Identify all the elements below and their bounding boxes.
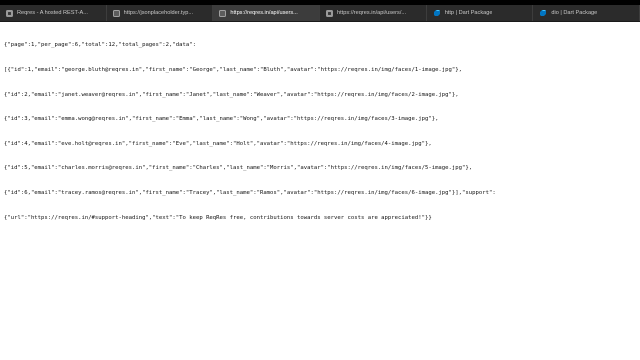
reqres-favicon-icon (6, 9, 13, 17)
page-content: {"page":1,"per_page":6,"total":12,"total… (0, 22, 640, 360)
tab-bar: Reqres - A hosted REST-A... https://json… (0, 5, 640, 22)
browser-window: Reqres - A hosted REST-A... https://json… (0, 0, 640, 360)
dart-icon (433, 9, 441, 17)
json-line: {"url":"https://reqres.in/#support-headi… (4, 214, 432, 221)
dart-icon (539, 9, 547, 17)
tab-reqres-api-users-active[interactable]: https://reqres.in/api/users... (213, 5, 321, 21)
tab-reqres-api-user[interactable]: https://reqres.in/api/users/... (320, 5, 427, 21)
page-favicon-icon (219, 9, 227, 17)
json-response-text: {"page":1,"per_page":6,"total":12,"total… (4, 25, 636, 238)
reqres-favicon-icon (326, 9, 334, 17)
json-line: [{"id":1,"email":"george.bluth@reqres.in… (4, 67, 463, 73)
tab-label: https://reqres.in/api/users... (230, 10, 298, 16)
tab-label: Reqres - A hosted REST-A... (17, 10, 88, 16)
page-favicon-icon (112, 9, 120, 17)
tab-reqres-home[interactable]: Reqres - A hosted REST-A... (0, 5, 107, 21)
json-line: {"page":1,"per_page":6,"total":12,"total… (4, 42, 196, 49)
json-line: {"id":2,"email":"janet.weaver@reqres.in"… (4, 91, 459, 98)
tab-http-dart-package[interactable]: http | Dart Package (427, 5, 534, 21)
tab-label: https://reqres.in/api/users/... (337, 10, 407, 16)
tab-jsonplaceholder[interactable]: https://jsonplaceholder.typ... (107, 5, 214, 21)
json-line: {"id":4,"email":"eve.holt@reqres.in","fi… (4, 140, 432, 147)
tab-label: http | Dart Package (444, 10, 493, 16)
json-line: {"id":5,"email":"charles.morris@reqres.i… (4, 165, 473, 172)
json-line: {"id":6,"email":"tracey.ramos@reqres.in"… (4, 189, 496, 196)
tab-label: dio | Dart Package (551, 10, 598, 16)
json-line: {"id":3,"email":"emma.wong@reqres.in","f… (4, 116, 439, 123)
tab-dio-dart-package[interactable]: dio | Dart Package (533, 5, 640, 21)
tab-label: https://jsonplaceholder.typ... (123, 10, 194, 16)
